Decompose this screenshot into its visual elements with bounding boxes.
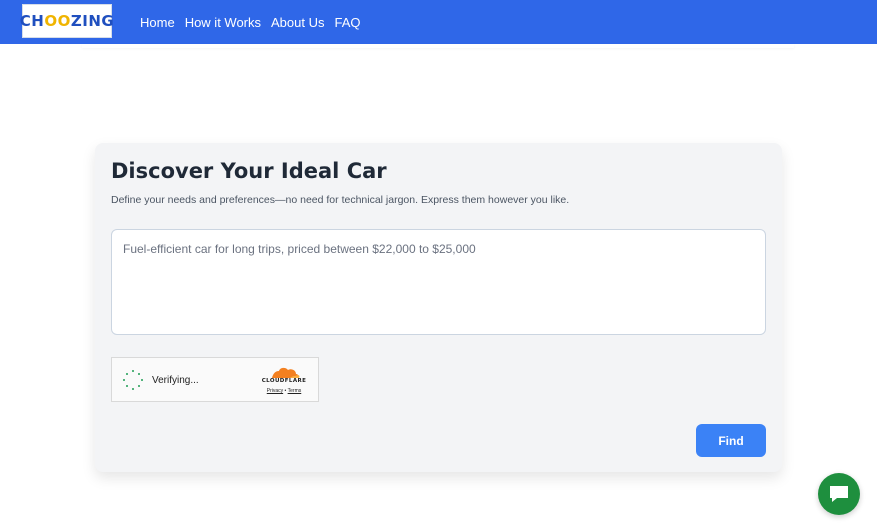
main-nav: Home How it Works About Us FAQ bbox=[140, 0, 361, 44]
chat-bubble-icon bbox=[830, 486, 848, 502]
link-separator: • bbox=[284, 388, 287, 394]
page-title: Discover Your Ideal Car bbox=[111, 159, 387, 183]
page-subtitle: Define your needs and preferences—no nee… bbox=[111, 194, 570, 206]
logo-text-zing: ZING bbox=[70, 12, 115, 30]
car-query-placeholder: Fuel-efficient car for long trips, price… bbox=[123, 242, 476, 256]
header-underlay bbox=[82, 44, 794, 48]
cloudflare-wordmark: CLOUDFLARE bbox=[261, 378, 307, 384]
car-search-card: Discover Your Ideal Car Define your need… bbox=[95, 143, 782, 472]
cloudflare-turnstile-widget[interactable]: Verifying... CLOUDFLARE Privacy • Terms bbox=[111, 357, 319, 402]
loading-spinner-icon bbox=[123, 370, 143, 390]
top-navbar: CH OO ZING Home How it Works About Us FAQ bbox=[0, 0, 877, 44]
captcha-status: Verifying... bbox=[152, 375, 199, 386]
privacy-link[interactable]: Privacy bbox=[267, 388, 283, 394]
logo-text-oo: OO bbox=[44, 12, 71, 30]
choozing-logo[interactable]: CH OO ZING bbox=[19, 4, 115, 38]
terms-link[interactable]: Terms bbox=[288, 388, 302, 394]
logo-text-ch: CH bbox=[19, 12, 45, 30]
chat-launcher-button[interactable] bbox=[818, 473, 860, 515]
nav-link-about-us[interactable]: About Us bbox=[271, 15, 324, 30]
find-button[interactable]: Find bbox=[696, 424, 766, 457]
car-query-input[interactable]: Fuel-efficient car for long trips, price… bbox=[111, 229, 766, 335]
nav-link-faq[interactable]: FAQ bbox=[335, 15, 361, 30]
nav-link-home[interactable]: Home bbox=[140, 15, 175, 30]
cloudflare-logo: CLOUDFLARE Privacy • Terms bbox=[256, 367, 312, 397]
nav-link-how-it-works[interactable]: How it Works bbox=[185, 15, 261, 30]
cloudflare-links: Privacy • Terms bbox=[256, 388, 312, 394]
